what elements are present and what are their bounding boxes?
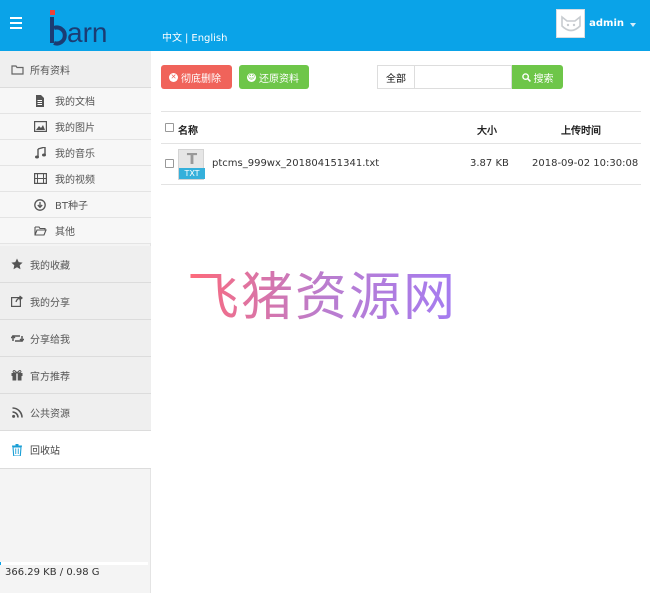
- select-all-checkbox[interactable]: [165, 123, 174, 132]
- search-button[interactable]: 搜索: [512, 65, 563, 89]
- restore-label: 还原资料: [259, 73, 299, 85]
- column-size[interactable]: 大小: [477, 122, 497, 137]
- column-upload-time[interactable]: 上传时间: [561, 122, 601, 137]
- trash-icon: [10, 443, 24, 457]
- sidebar-item-recycle-bin[interactable]: 回收站: [0, 431, 151, 469]
- sidebar-item-images[interactable]: 我的图片: [0, 114, 151, 140]
- sidebar-item-all-files[interactable]: 所有资料: [0, 51, 151, 88]
- file-name[interactable]: ptcms_999wx_201804151341.txt: [212, 158, 379, 169]
- sidebar-item-other[interactable]: 其他: [0, 218, 151, 244]
- watermark-text: 飞猪资源网: [187, 255, 457, 330]
- sidebar-item-label: 我的音乐: [55, 149, 95, 160]
- sidebar-item-label: BT种子: [55, 201, 88, 212]
- star-icon: [10, 257, 24, 271]
- sidebar-item-label: 我的收藏: [30, 260, 70, 272]
- file-icon-letter: T: [186, 150, 198, 168]
- permanent-delete-button[interactable]: ✕ 彻底删除: [161, 65, 232, 89]
- retweet-icon: [10, 331, 24, 345]
- txt-file-icon: T TXT: [178, 149, 205, 180]
- download-icon: [33, 198, 47, 212]
- restore-button[interactable]: ☺ 还原资料: [239, 65, 309, 89]
- table-row[interactable]: T TXT ptcms_999wx_201804151341.txt 3.87 …: [161, 144, 641, 185]
- lang-chinese-link[interactable]: 中文: [162, 33, 182, 44]
- search-icon: [521, 72, 531, 82]
- music-icon: [33, 146, 47, 160]
- sidebar-item-label: 回收站: [30, 446, 60, 457]
- search-scope-select[interactable]: 全部: [377, 65, 415, 89]
- sidebar-item-label: 其他: [55, 227, 75, 238]
- language-switch: 中文 | English: [162, 29, 227, 44]
- sidebar-item-label: 分享给我: [30, 334, 70, 346]
- menu-icon[interactable]: [10, 17, 22, 29]
- column-name[interactable]: 名称: [178, 122, 198, 137]
- sidebar-item-shared-with-me[interactable]: 分享给我: [0, 320, 151, 357]
- sidebar-item-label: 所有资料: [30, 65, 70, 77]
- top-header: arn 中文 | English admin: [0, 0, 650, 51]
- document-icon: [33, 94, 47, 108]
- row-checkbox[interactable]: [165, 159, 174, 168]
- sidebar-item-label: 公共资源: [30, 408, 70, 420]
- image-icon: [33, 120, 47, 134]
- lang-english-link[interactable]: English: [191, 33, 227, 44]
- search-input[interactable]: [415, 65, 512, 89]
- user-avatar-icon: [560, 14, 581, 31]
- gift-icon: [10, 368, 24, 382]
- username[interactable]: admin: [589, 18, 624, 29]
- sidebar-item-label: 我的分享: [30, 297, 70, 309]
- file-list-header: 名称 大小 上传时间: [161, 111, 641, 144]
- smile-icon: ☺: [247, 72, 256, 82]
- avatar[interactable]: [556, 9, 586, 38]
- sidebar-item-label: 我的文档: [55, 97, 95, 108]
- file-upload-time: 2018-09-02 10:30:08: [532, 158, 639, 169]
- sidebar-item-favorites[interactable]: 我的收藏: [0, 246, 151, 283]
- permanent-delete-label: 彻底删除: [181, 73, 221, 85]
- share-icon: [10, 294, 24, 308]
- file-type-tag: TXT: [179, 168, 205, 179]
- sidebar-item-public[interactable]: 公共资源: [0, 394, 151, 431]
- close-circle-icon: ✕: [169, 72, 178, 82]
- storage-quota-text: 366.29 KB / 0.98 G: [5, 567, 100, 578]
- sidebar-item-label: 官方推荐: [30, 371, 70, 383]
- user-menu[interactable]: admin: [556, 9, 636, 38]
- svg-text:arn: arn: [67, 17, 107, 46]
- sidebar-item-label: 我的图片: [55, 123, 95, 134]
- sidebar-item-my-shares[interactable]: 我的分享: [0, 283, 151, 320]
- sidebar-item-videos[interactable]: 我的视频: [0, 166, 151, 192]
- folder-open-icon: [33, 224, 47, 238]
- film-icon: [33, 172, 47, 186]
- search-button-label: 搜索: [533, 73, 554, 85]
- sidebar-item-label: 我的视频: [55, 175, 95, 186]
- storage-quota-bar: [0, 562, 148, 565]
- sidebar: 所有资料 我的文档 我的图片 我的音乐 我的视频 BT种子 其他 我的收藏 我的…: [0, 51, 151, 593]
- lang-separator: |: [185, 33, 189, 44]
- file-size: 3.87 KB: [470, 158, 509, 169]
- sidebar-item-bt[interactable]: BT种子: [0, 192, 151, 218]
- storage-quota-fill: [0, 562, 2, 565]
- sidebar-item-recommended[interactable]: 官方推荐: [0, 357, 151, 394]
- ibarn-logo[interactable]: arn: [48, 6, 128, 46]
- sidebar-item-documents[interactable]: 我的文档: [0, 88, 151, 114]
- sidebar-item-music[interactable]: 我的音乐: [0, 140, 151, 166]
- folder-icon: [10, 62, 24, 76]
- rss-icon: [10, 405, 24, 419]
- caret-down-icon[interactable]: [630, 22, 636, 27]
